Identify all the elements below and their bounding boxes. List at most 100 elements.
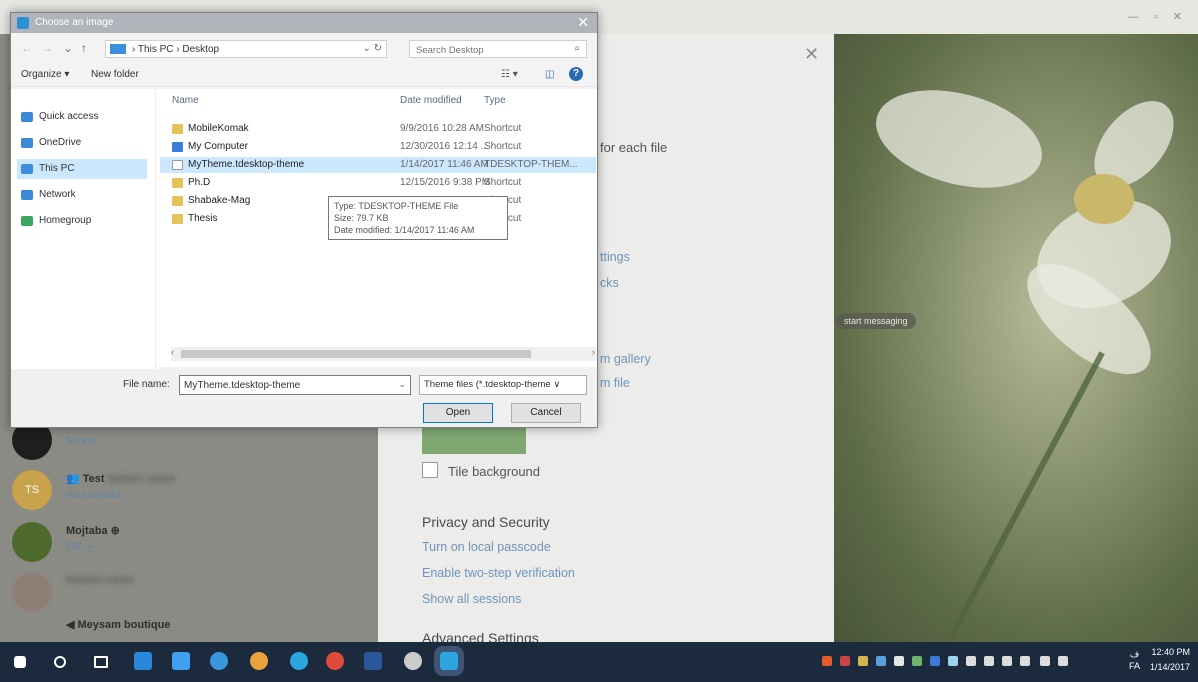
app-icon[interactable]: [210, 652, 228, 670]
clock-date[interactable]: 1/14/2017: [1150, 662, 1190, 672]
file-row-selected[interactable]: MyTheme.tdesktop-theme 1/14/2017 11:46 A…: [160, 157, 596, 173]
blurred-text: hidden name: [66, 574, 134, 586]
chat-row[interactable]: hidden name: [0, 566, 378, 618]
search-box[interactable]: ⌕: [409, 40, 587, 58]
tray-icon[interactable]: [894, 656, 904, 666]
background-thumbnail[interactable]: [422, 428, 526, 454]
search-icon[interactable]: [54, 656, 66, 668]
view-options-icon[interactable]: ☷ ▾: [501, 69, 518, 80]
homegroup-icon: [21, 216, 33, 226]
close-icon[interactable]: ✕: [577, 14, 589, 31]
choose-image-dialog: Choose an image ✕ ← → ⌄ ↑ › This PC › De…: [10, 12, 598, 428]
preview-pane-icon[interactable]: ◫: [545, 69, 554, 80]
settings-link-fragment[interactable]: cks: [600, 276, 619, 290]
telegram-active-icon[interactable]: [434, 646, 464, 676]
file-name-field[interactable]: ⌄: [179, 375, 411, 395]
tray-icon[interactable]: [876, 656, 886, 666]
column-header-type[interactable]: Type: [484, 95, 506, 106]
nav-item-network[interactable]: Network: [17, 185, 147, 205]
scroll-left-icon[interactable]: ‹: [171, 347, 174, 357]
new-folder-button[interactable]: New folder: [91, 69, 139, 80]
open-button[interactable]: Open: [423, 403, 493, 423]
photos-icon[interactable]: [172, 652, 190, 670]
chat-row[interactable]: Mojtaba ⊕ GIF, ج: [0, 516, 378, 568]
notification-icon[interactable]: [1020, 656, 1030, 666]
chat-name: ◀ Meysam boutique: [66, 619, 171, 631]
refresh-icon[interactable]: ⌄ ↻: [362, 43, 382, 54]
search-icon[interactable]: ⌕: [574, 43, 580, 54]
file-tooltip: Type: TDESKTOP-THEME File Size: 79.7 KB …: [328, 196, 508, 240]
file-row[interactable]: My Computer 12/30/2016 12:14 ... Shortcu…: [160, 139, 596, 155]
action-center-icon[interactable]: [1058, 656, 1068, 666]
tile-background-checkbox[interactable]: [422, 462, 438, 478]
chevron-down-icon[interactable]: ⌄: [398, 379, 406, 390]
nav-item-this-pc[interactable]: This PC: [17, 159, 147, 179]
telegram-icon[interactable]: [290, 652, 308, 670]
column-header-name[interactable]: Name: [172, 95, 199, 106]
nav-item-quick-access[interactable]: Quick access: [17, 107, 147, 127]
tray-icon[interactable]: [822, 656, 832, 666]
chat-name: Mojtaba ⊕: [66, 525, 120, 537]
chat-row[interactable]: TS 👥 Test hidden name Your contact: [0, 464, 378, 516]
tray-icon[interactable]: [840, 656, 850, 666]
start-messaging-hint: start messaging: [836, 313, 916, 329]
up-arrow-icon[interactable]: ↑: [81, 41, 87, 55]
tray-icon[interactable]: [858, 656, 868, 666]
file-name-input[interactable]: [184, 378, 394, 392]
show-sessions-link[interactable]: Show all sessions: [422, 592, 521, 606]
network-icon[interactable]: [966, 656, 976, 666]
chrome-icon[interactable]: [326, 652, 344, 670]
tray-icon[interactable]: [948, 656, 958, 666]
windows-start-icon[interactable]: [14, 656, 26, 668]
settings-link-fragment[interactable]: ttings: [600, 250, 630, 264]
horizontal-scrollbar[interactable]: ‹ ›: [171, 347, 597, 361]
chat-row[interactable]: ◀ Meysam boutique: [0, 612, 378, 642]
help-icon[interactable]: ?: [569, 67, 583, 81]
avatar: [12, 522, 52, 562]
nav-item-homegroup[interactable]: Homegroup: [17, 211, 147, 231]
search-input[interactable]: [416, 43, 566, 57]
volume-icon[interactable]: [1002, 656, 1012, 666]
choose-from-gallery-link[interactable]: m gallery: [600, 352, 651, 366]
column-header-date[interactable]: Date modified: [400, 95, 462, 106]
forward-arrow-icon[interactable]: →: [41, 41, 53, 55]
shortcut-icon: [172, 196, 183, 206]
two-step-verification-link[interactable]: Enable two-step verification: [422, 566, 575, 580]
back-arrow-icon[interactable]: ←: [21, 41, 33, 55]
network-icon: [21, 190, 33, 200]
tool-icon[interactable]: [404, 652, 422, 670]
keyboard-icon[interactable]: [1040, 656, 1050, 666]
navigation-pane: Quick access OneDrive This PC Network Ho…: [11, 89, 155, 369]
scroll-right-icon[interactable]: ›: [592, 347, 595, 357]
tray-icon[interactable]: [912, 656, 922, 666]
taskbar: ف FA 12:40 PM 1/14/2017: [0, 642, 1198, 682]
breadcrumb[interactable]: › This PC › Desktop: [132, 44, 219, 55]
cancel-button[interactable]: Cancel: [511, 403, 581, 423]
clock-time[interactable]: 12:40 PM: [1151, 647, 1190, 657]
close-icon[interactable]: ✕: [804, 44, 819, 65]
file-row[interactable]: MobileKomak 9/9/2016 10:28 AM Shortcut: [160, 121, 596, 137]
shortcut-icon: [172, 214, 183, 224]
chevron-down-icon[interactable]: ⌄: [63, 41, 73, 55]
shortcut-icon: [172, 124, 183, 134]
chat-wallpaper: [834, 34, 1198, 642]
shortcut-icon: [172, 178, 183, 188]
browser-icon[interactable]: [250, 652, 268, 670]
file-type-select[interactable]: Theme files (*.tdesktop-theme ∨: [419, 375, 587, 395]
task-view-icon[interactable]: [94, 656, 108, 668]
computer-icon: [21, 164, 33, 174]
file-explorer-icon[interactable]: [134, 652, 152, 670]
word-icon[interactable]: [364, 652, 382, 670]
tray-icon[interactable]: [984, 656, 994, 666]
file-row[interactable]: Ph.D 12/15/2016 9:38 PM Shortcut: [160, 175, 596, 191]
organize-button[interactable]: Organize ▾: [21, 69, 69, 80]
scrollbar-thumb[interactable]: [181, 350, 531, 358]
local-passcode-link[interactable]: Turn on local passcode: [422, 540, 551, 554]
choose-from-file-link[interactable]: m file: [600, 376, 630, 390]
tray-icon[interactable]: [930, 656, 940, 666]
language-indicator[interactable]: ف FA: [1129, 648, 1140, 672]
address-bar[interactable]: › This PC › Desktop ⌄ ↻: [105, 40, 387, 58]
blurred-text: hidden name: [107, 473, 176, 485]
nav-item-onedrive[interactable]: OneDrive: [17, 133, 147, 153]
window-controls[interactable]: — ▫ ✕: [1128, 10, 1188, 23]
